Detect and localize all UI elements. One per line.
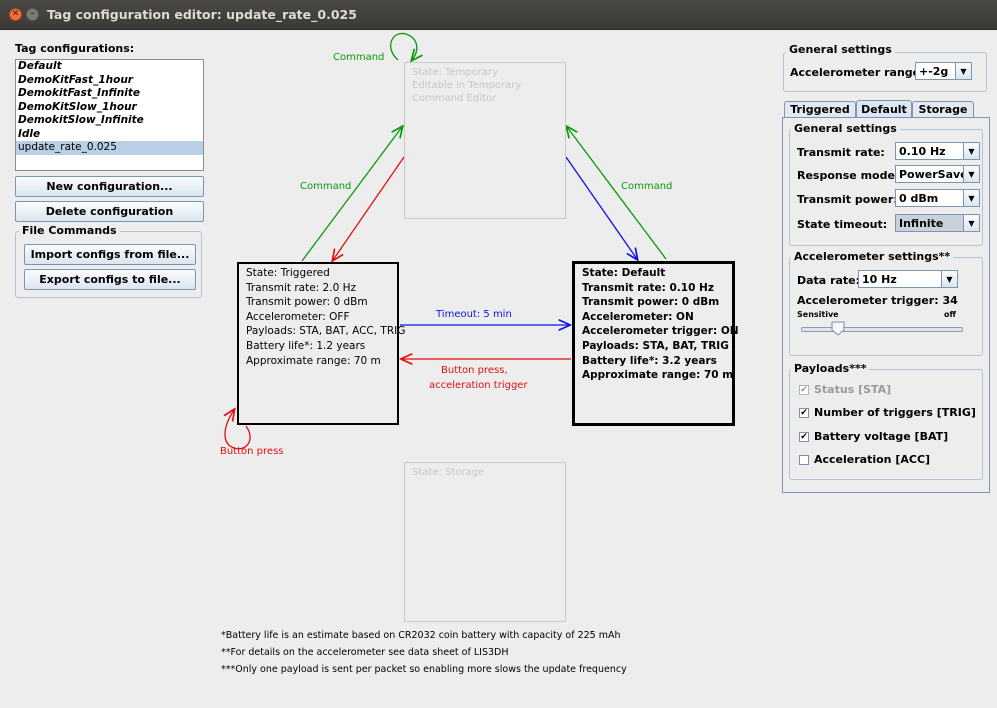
footnote-accelerometer: **For details on the accelerometer see d… <box>221 647 509 658</box>
checkbox-checked-icon[interactable]: ✔ <box>799 431 809 442</box>
state-line: Approximate range: 70 m <box>246 354 381 367</box>
payload-acceleration-row[interactable]: Acceleration [ACC] <box>799 453 930 466</box>
tab-triggered[interactable]: Triggered <box>784 101 856 117</box>
command-self-loop-arrow <box>390 32 417 60</box>
data-rate-label: Data rate: <box>797 274 861 287</box>
state-line: Battery life*: 3.2 years <box>582 354 717 367</box>
state-line: Battery life*: 1.2 years <box>246 339 366 352</box>
transmit-power-label: Transmit power: <box>797 193 898 206</box>
slider-thumb[interactable] <box>831 321 845 336</box>
command-arrow-default-to-temporary <box>567 127 667 260</box>
state-line: Accelerometer: OFF <box>246 310 350 323</box>
button-press-label: Button press <box>220 446 284 457</box>
state-line: Editable in Temporary <box>412 80 522 91</box>
state-line: Command Editor <box>412 93 497 104</box>
accel-range-value: +-2g <box>919 64 949 78</box>
state-line: Payloads: STA, BAT, ACC, TRIG <box>246 325 406 338</box>
payload-label: Battery voltage [BAT] <box>814 430 949 443</box>
button-accel-label-1: Button press, <box>441 365 508 376</box>
chevron-down-icon[interactable]: ▼ <box>963 190 979 206</box>
state-default[interactable]: State: Default Transmit rate: 0.10 Hz Tr… <box>572 261 739 426</box>
accel-range-label: Accelerometer range: <box>790 66 925 79</box>
state-timeout-value: Infinite <box>899 216 944 230</box>
data-rate-dropdown[interactable]: 10 Hz ▼ <box>858 270 958 288</box>
state-line: Transmit rate: 0.10 Hz <box>582 281 714 294</box>
timeout-label: Timeout: 5 min <box>436 309 512 320</box>
chevron-down-icon[interactable]: ▼ <box>963 143 979 159</box>
payload-battery-row[interactable]: ✔ Battery voltage [BAT] <box>799 430 948 443</box>
payload-triggers-row[interactable]: ✔ Number of triggers [TRIG] <box>799 406 976 419</box>
state-storage[interactable]: State: Storage <box>404 462 566 622</box>
accel-settings-title: Accelerometer settings** <box>791 250 954 263</box>
command-label-top: Command <box>333 52 385 63</box>
transmit-rate-label: Transmit rate: <box>797 146 885 159</box>
state-timeout-dropdown[interactable]: Infinite ▼ <box>895 214 980 232</box>
checkbox-checked-icon[interactable]: ✔ <box>799 407 809 418</box>
state-line: Transmit power: 0 dBm <box>582 296 720 309</box>
chevron-down-icon[interactable]: ▼ <box>941 271 957 287</box>
chevron-down-icon[interactable]: ▼ <box>963 215 979 231</box>
payload-label: Number of triggers [TRIG] <box>814 406 976 419</box>
transmit-rate-dropdown[interactable]: 0.10 Hz ▼ <box>895 142 980 160</box>
response-mode-value: PowerSave <box>899 167 963 181</box>
checkbox-checked-icon[interactable]: ✔ <box>799 384 809 395</box>
payload-label: Acceleration [ACC] <box>814 453 931 466</box>
response-mode-label: Response mode: <box>797 169 900 182</box>
command-arrow-triggered-to-temporary <box>301 127 402 262</box>
command-label-left: Command <box>300 181 352 192</box>
tab-storage[interactable]: Storage <box>912 101 974 117</box>
accel-trigger-slider[interactable] <box>801 327 963 332</box>
state-general-settings-title: General settings <box>791 122 900 135</box>
tab-default[interactable]: Default <box>856 100 912 117</box>
accel-range-dropdown[interactable]: +-2g ▼ <box>915 62 972 80</box>
command-label-right: Command <box>621 181 673 192</box>
transmit-power-dropdown[interactable]: 0 dBm ▼ <box>895 189 980 207</box>
payload-status-row[interactable]: ✔ Status [STA] <box>799 383 891 396</box>
slider-right-label: off <box>944 310 956 319</box>
state-line: Accelerometer: ON <box>582 310 694 323</box>
state-line: Transmit power: 0 dBm <box>246 296 368 309</box>
button-accel-label-2: acceleration trigger <box>429 380 528 391</box>
state-line: Transmit rate: 2.0 Hz <box>246 281 356 294</box>
accel-trigger-label: Accelerometer trigger: 34 <box>797 294 958 307</box>
data-rate-value: 10 Hz <box>862 272 897 286</box>
footnote-battery: *Battery life is an estimate based on CR… <box>221 630 621 641</box>
state-line: State: Default <box>582 267 666 279</box>
response-mode-dropdown[interactable]: PowerSave ▼ <box>895 165 980 183</box>
chevron-down-icon[interactable]: ▼ <box>955 63 971 79</box>
state-temporary[interactable]: State: Temporary Editable in Temporary C… <box>404 62 566 219</box>
payloads-title: Payloads*** <box>791 362 870 375</box>
state-line: State: Temporary <box>412 67 499 78</box>
checkbox-unchecked-icon[interactable] <box>799 454 809 465</box>
state-line: Payloads: STA, BAT, TRIG <box>582 339 729 352</box>
state-line: State: Storage <box>412 467 485 478</box>
slider-left-label: Sensitive <box>797 310 839 319</box>
state-line: Approximate range: 70 m <box>582 369 734 382</box>
general-settings-title: General settings <box>786 43 895 56</box>
state-timeout-label: State timeout: <box>797 218 888 231</box>
transmit-power-value: 0 dBm <box>899 191 939 205</box>
chevron-down-icon[interactable]: ▼ <box>963 166 979 182</box>
state-line: State: Triggered <box>246 267 330 279</box>
state-line: Accelerometer trigger: ON <box>582 325 739 338</box>
payload-label: Status [STA] <box>814 383 892 396</box>
transmit-rate-value: 0.10 Hz <box>899 144 946 158</box>
state-triggered[interactable]: State: Triggered Transmit rate: 2.0 Hz T… <box>237 262 406 425</box>
footnote-payload: ***Only one payload is sent per packet s… <box>221 664 627 675</box>
